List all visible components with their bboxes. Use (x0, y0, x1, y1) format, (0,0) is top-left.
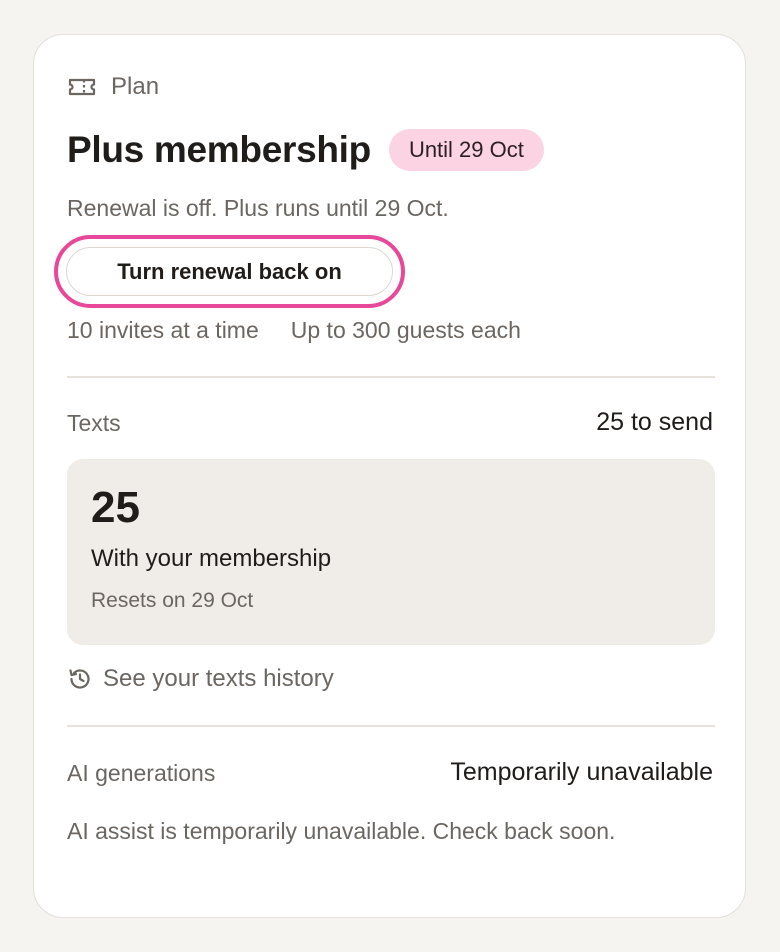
texts-summary: 25 to send (596, 408, 713, 436)
texts-count: 25 (91, 483, 140, 532)
ai-generations-status: Temporarily unavailable (450, 758, 713, 786)
plan-expiry-badge: Until 29 Oct (388, 129, 544, 171)
history-icon (67, 666, 93, 692)
texts-label: Texts (67, 410, 121, 436)
plan-limits: 10 invites at a time Up to 300 guests ea… (67, 317, 521, 344)
plan-section-label: Plan (111, 73, 160, 100)
texts-history-label[interactable]: See your texts history (103, 665, 334, 693)
guests-limit: Up to 300 guests each (290, 317, 521, 343)
divider (67, 725, 715, 727)
texts-source: With your membership (91, 545, 332, 572)
ai-generations-label: AI generations (67, 760, 216, 786)
renewal-status-text: Renewal is off. Plus runs until 29 Oct. (67, 195, 449, 221)
plan-header: Plan (67, 73, 159, 101)
ticket-icon (67, 75, 97, 99)
renew-button-focus-ring: Turn renewal back on (54, 235, 405, 308)
ai-unavailable-note: AI assist is temporarily unavailable. Ch… (67, 818, 616, 844)
plan-title-row: Plus membership Until 29 Oct (67, 129, 544, 171)
invites-limit: 10 invites at a time (67, 317, 259, 343)
plan-card: Plan Plus membership Until 29 Oct Renewa… (33, 34, 746, 918)
texts-balance-panel: 25 With your membership Resets on 29 Oct (67, 459, 715, 645)
texts-history-link[interactable]: See your texts history (67, 665, 334, 693)
turn-renewal-on-button[interactable]: Turn renewal back on (66, 247, 393, 296)
plan-title: Plus membership (67, 129, 371, 170)
divider (67, 376, 715, 378)
texts-reset-date: Resets on 29 Oct (91, 589, 254, 612)
